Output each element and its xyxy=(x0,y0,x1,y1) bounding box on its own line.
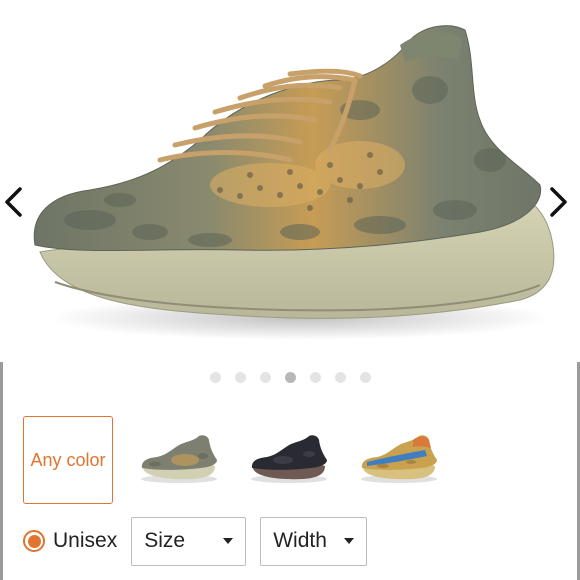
next-image-button[interactable] xyxy=(548,186,578,220)
sneaker-thumbnail-grey xyxy=(141,435,217,483)
width-select[interactable]: Width xyxy=(260,516,368,566)
filter-controls: Unisex Size Width xyxy=(23,516,580,566)
width-select-label: Width xyxy=(273,529,327,552)
caret-down-icon xyxy=(344,538,355,544)
pagination-dot[interactable] xyxy=(209,372,221,383)
previous-image-button[interactable] xyxy=(2,186,32,220)
size-select[interactable]: Size xyxy=(131,516,247,566)
radio-selected-icon xyxy=(23,530,45,552)
unisex-radio[interactable]: Unisex xyxy=(23,529,117,553)
pagination-dot[interactable] xyxy=(334,372,346,383)
color-swatches: Any color xyxy=(23,416,443,504)
caret-down-icon xyxy=(223,538,234,544)
color-swatch-grey[interactable] xyxy=(133,416,223,504)
unisex-label: Unisex xyxy=(53,529,118,552)
chevron-right-icon xyxy=(550,187,567,217)
size-select-label: Size xyxy=(144,529,186,552)
sneaker-thumbnail-multicolor xyxy=(361,435,437,483)
sneaker-thumbnail-black xyxy=(251,435,327,483)
chevron-left-icon xyxy=(5,187,22,217)
pagination-dot[interactable] xyxy=(309,372,321,383)
any-color-button[interactable]: Any color xyxy=(23,416,113,504)
gallery-pagination xyxy=(0,372,580,383)
any-color-label: Any color xyxy=(30,449,106,470)
color-swatch-black[interactable] xyxy=(243,416,333,504)
color-swatch-multicolor[interactable] xyxy=(353,416,443,504)
pagination-dot[interactable] xyxy=(234,372,246,383)
product-image-gallery[interactable] xyxy=(0,0,580,362)
pagination-dot[interactable] xyxy=(359,372,371,383)
pagination-dot[interactable] xyxy=(259,372,271,383)
sneaker-image xyxy=(33,25,555,340)
pagination-dot-active[interactable] xyxy=(284,372,296,383)
